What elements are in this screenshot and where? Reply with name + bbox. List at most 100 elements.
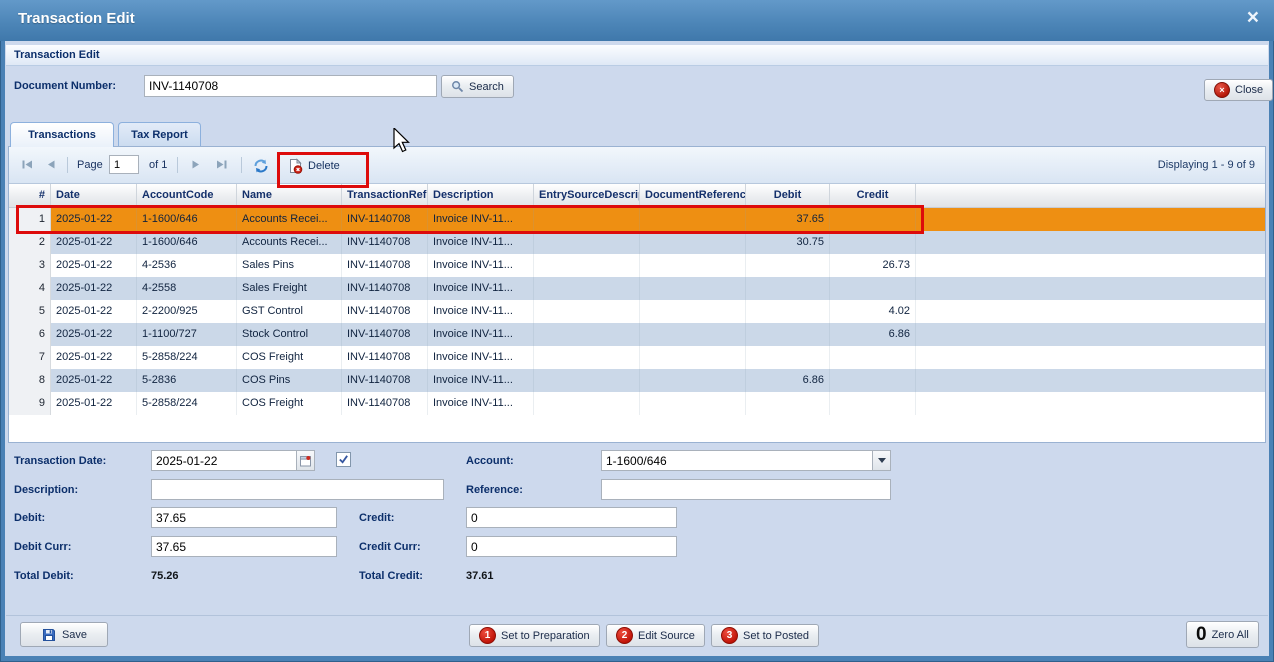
- grid-body: 12025-01-221-1600/646Accounts Recei...IN…: [9, 208, 1265, 442]
- transaction-edit-window: Transaction Edit × Transaction Edit Docu…: [0, 0, 1274, 662]
- column-header-transactionrefe[interactable]: TransactionRefe: [342, 184, 428, 207]
- cell-date: 2025-01-22: [51, 323, 137, 346]
- description-input[interactable]: [151, 479, 444, 500]
- reference-input[interactable]: [601, 479, 891, 500]
- cell-transaction_ref: INV-1140708: [342, 392, 428, 415]
- tab-tax-report-label: Tax Report: [131, 129, 188, 141]
- cell-date: 2025-01-22: [51, 300, 137, 323]
- tab-tax-report[interactable]: Tax Report: [118, 122, 201, 146]
- table-row[interactable]: 72025-01-225-2858/224COS FreightINV-1140…: [9, 346, 1265, 369]
- cell-date: 2025-01-22: [51, 392, 137, 415]
- cell-account_code: 5-2858/224: [137, 392, 237, 415]
- cell-num: 2: [9, 231, 51, 254]
- save-button-label: Save: [62, 629, 87, 641]
- cell-credit: 4.02: [830, 300, 916, 323]
- delete-button[interactable]: Delete: [282, 153, 346, 178]
- column-header-accountcode[interactable]: AccountCode: [137, 184, 237, 207]
- panel-header: Transaction Edit: [6, 45, 1268, 66]
- debit-input[interactable]: [151, 507, 337, 528]
- zero-all-button[interactable]: 0 Zero All: [1186, 621, 1259, 648]
- column-header-entrysourcedescrip[interactable]: EntrySourceDescrip: [534, 184, 640, 207]
- cell-account_code: 2-2200/925: [137, 300, 237, 323]
- zero-glyph: 0: [1196, 625, 1207, 644]
- column-header-debit[interactable]: Debit: [746, 184, 830, 207]
- search-button[interactable]: Search: [441, 75, 514, 98]
- save-button[interactable]: Save: [20, 622, 108, 647]
- table-row[interactable]: 12025-01-221-1600/646Accounts Recei...IN…: [9, 208, 1265, 231]
- total-debit-value: 75.26: [151, 570, 179, 582]
- floppy-disk-icon: [41, 627, 57, 643]
- page-input[interactable]: [109, 155, 139, 174]
- cell-credit: 6.86: [830, 323, 916, 346]
- refresh-icon[interactable]: [253, 158, 269, 174]
- cell-debit: 37.65: [746, 208, 830, 231]
- date-picker-trigger[interactable]: [296, 450, 315, 471]
- close-button[interactable]: × Close: [1204, 79, 1273, 101]
- delete-document-icon: [288, 158, 303, 174]
- window-close-icon[interactable]: ×: [1247, 6, 1259, 30]
- close-red-x-icon: ×: [1214, 82, 1230, 98]
- set-to-posted-button[interactable]: 3 Set to Posted: [711, 624, 819, 647]
- cell-credit: [830, 231, 916, 254]
- cell-entry_source: [534, 254, 640, 277]
- table-row[interactable]: 52025-01-222-2200/925GST ControlINV-1140…: [9, 300, 1265, 323]
- column-header--[interactable]: #: [9, 184, 51, 207]
- panel-title: Transaction Edit: [6, 45, 100, 65]
- footer-separator: [6, 615, 1268, 616]
- column-header-credit[interactable]: Credit: [830, 184, 916, 207]
- cell-debit: 30.75: [746, 231, 830, 254]
- description-label: Description:: [14, 484, 78, 496]
- credit-input[interactable]: [466, 507, 677, 528]
- cell-transaction_ref: INV-1140708: [342, 231, 428, 254]
- set-to-preparation-button[interactable]: 1 Set to Preparation: [469, 624, 600, 647]
- table-row[interactable]: 82025-01-225-2836COS PinsINV-1140708Invo…: [9, 369, 1265, 392]
- cell-account_code: 4-2536: [137, 254, 237, 277]
- cell-num: 7: [9, 346, 51, 369]
- cell-debit: [746, 346, 830, 369]
- zero-all-label: Zero All: [1212, 629, 1249, 641]
- pager-first-icon[interactable]: [21, 158, 34, 171]
- table-row[interactable]: 32025-01-224-2536Sales PinsINV-1140708In…: [9, 254, 1265, 277]
- window-title: Transaction Edit: [18, 10, 135, 27]
- cell-transaction_ref: INV-1140708: [342, 369, 428, 392]
- pager-prev-icon[interactable]: [45, 158, 58, 171]
- cell-description: Invoice INV-11...: [428, 208, 534, 231]
- column-header-documentreferenc[interactable]: DocumentReferenc: [640, 184, 746, 207]
- column-header-description[interactable]: Description: [428, 184, 534, 207]
- table-row[interactable]: 42025-01-224-2558Sales FreightINV-114070…: [9, 277, 1265, 300]
- cell-transaction_ref: INV-1140708: [342, 208, 428, 231]
- search-button-label: Search: [469, 81, 504, 93]
- pager-last-icon[interactable]: [215, 158, 228, 171]
- edit-source-button[interactable]: 2 Edit Source: [606, 624, 705, 647]
- account-combo-input[interactable]: [601, 450, 873, 471]
- cell-debit: [746, 254, 830, 277]
- document-number-input[interactable]: [144, 75, 437, 97]
- transaction-date-input[interactable]: [151, 450, 297, 471]
- cell-document_ref: [640, 392, 746, 415]
- grid-header-row: #DateAccountCodeNameTransactionRefeDescr…: [9, 184, 1265, 208]
- tab-transactions[interactable]: Transactions: [10, 122, 114, 147]
- cell-document_ref: [640, 254, 746, 277]
- column-header-date[interactable]: Date: [51, 184, 137, 207]
- table-row[interactable]: 22025-01-221-1600/646Accounts Recei...IN…: [9, 231, 1265, 254]
- cell-entry_source: [534, 392, 640, 415]
- cell-transaction_ref: INV-1140708: [342, 277, 428, 300]
- transaction-date-checkbox[interactable]: [336, 452, 351, 467]
- credit-curr-input[interactable]: [466, 536, 677, 557]
- cell-document_ref: [640, 208, 746, 231]
- set-to-preparation-label: Set to Preparation: [501, 630, 590, 642]
- cell-description: Invoice INV-11...: [428, 346, 534, 369]
- debit-curr-input[interactable]: [151, 536, 337, 557]
- column-header-name[interactable]: Name: [237, 184, 342, 207]
- table-row[interactable]: 92025-01-225-2858/224COS FreightINV-1140…: [9, 392, 1265, 415]
- cell-name: Sales Pins: [237, 254, 342, 277]
- cell-entry_source: [534, 300, 640, 323]
- cell-num: 6: [9, 323, 51, 346]
- document-number-label: Document Number:: [14, 80, 116, 92]
- cell-debit: [746, 323, 830, 346]
- pager-next-icon[interactable]: [189, 158, 202, 171]
- debit-curr-label: Debit Curr:: [14, 541, 71, 553]
- account-combo-trigger[interactable]: [872, 450, 891, 471]
- table-row[interactable]: 62025-01-221-1100/727Stock ControlINV-11…: [9, 323, 1265, 346]
- transactions-panel: Page of 1: [8, 146, 1266, 443]
